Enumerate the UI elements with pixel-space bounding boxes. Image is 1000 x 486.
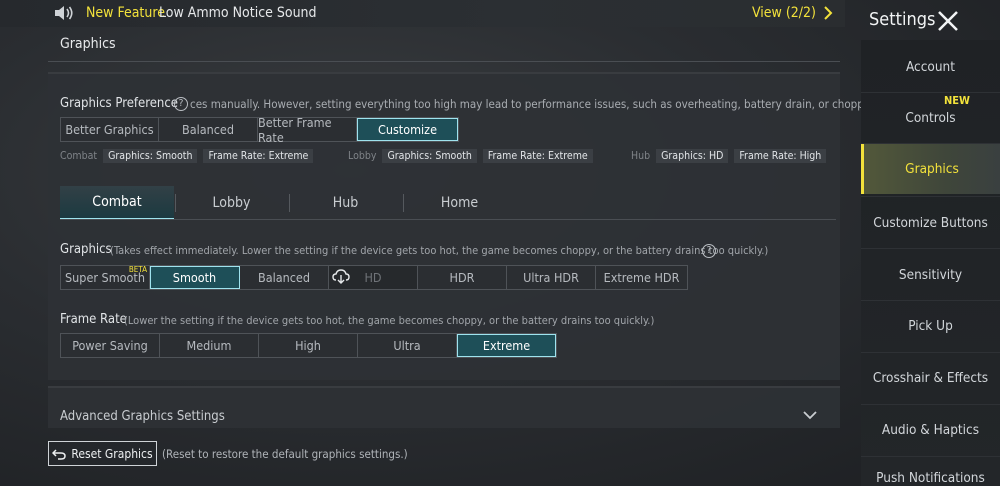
graphics-quality-description: (Takes effect immediately. Lower the set… (110, 244, 769, 257)
summary-frame-rate-tag: Frame Rate: Extreme (482, 149, 593, 163)
frame-rate-ultra[interactable]: Ultra (358, 334, 457, 357)
view-counter-link[interactable]: View (2/2) (752, 5, 816, 21)
graphics-preference-label: Graphics Preference (60, 96, 178, 111)
summary-frame-rate-tag: Frame Rate: Extreme (203, 149, 314, 163)
summary-graphics-tag: Graphics: HD (656, 149, 729, 163)
combat-summary: Combat Graphics: Smooth Frame Rate: Extr… (60, 149, 314, 163)
sidebar-item-controls[interactable]: Controls (861, 93, 1000, 143)
summary-frame-rate-tag: Frame Rate: High (734, 149, 827, 163)
tab-hub[interactable]: Hub (289, 186, 402, 220)
frame-rate-label: Frame Rate (60, 312, 127, 327)
sidebar-item-graphics[interactable]: Graphics (861, 144, 1000, 194)
sidebar-item-customize-buttons[interactable]: Customize Buttons (861, 198, 1000, 248)
reset-graphics-button[interactable]: Reset Graphics (48, 441, 157, 466)
help-icon[interactable]: ? (702, 244, 716, 258)
tabs-divider (60, 219, 836, 220)
advanced-graphics-label: Advanced Graphics Settings (60, 409, 225, 424)
frame-rate-power-saving[interactable]: Power Saving (61, 334, 160, 357)
section-title: Graphics (60, 36, 116, 52)
sidebar-item-pick-up[interactable]: Pick Up (861, 301, 1000, 351)
reset-description: (Reset to restore the default graphics s… (162, 447, 408, 461)
sidebar-item-account[interactable]: Account (861, 42, 1000, 92)
frame-rate-high[interactable]: High (259, 334, 358, 357)
close-icon[interactable] (937, 10, 959, 32)
sidebar-item-crosshair-effects[interactable]: Crosshair & Effects (861, 353, 1000, 403)
preference-better-graphics[interactable]: Better Graphics (61, 118, 159, 141)
cloud-download-icon (332, 269, 350, 284)
hub-summary: Hub Graphics: HD Frame Rate: High (631, 149, 827, 163)
graphics-quality-selector: Super Smooth BETA Smooth Balanced HD HDR… (60, 265, 688, 290)
settings-title: Settings (869, 9, 936, 30)
sidebar-divider (861, 248, 1000, 249)
graphics-ultra-hdr[interactable]: Ultra HDR (507, 266, 596, 289)
graphics-smooth[interactable]: Smooth (150, 266, 240, 289)
tab-lobby[interactable]: Lobby (175, 186, 288, 220)
chevron-down-icon[interactable] (802, 408, 818, 422)
frame-rate-medium[interactable]: Medium (160, 334, 259, 357)
graphics-preference-selector: Better Graphics Balanced Better Frame Ra… (60, 115, 459, 145)
graphics-hd[interactable]: HD (329, 266, 418, 289)
speaker-icon (55, 6, 73, 20)
sidebar-item-push-notifications[interactable]: Push Notifications (861, 456, 1000, 486)
mode-tabs: Combat Lobby Hub Home (60, 186, 836, 220)
graphics-hdr[interactable]: HDR (418, 266, 507, 289)
tab-combat[interactable]: Combat (60, 186, 174, 220)
frame-rate-extreme[interactable]: Extreme (457, 334, 556, 357)
reset-label: Reset Graphics (71, 446, 153, 461)
help-icon[interactable]: ? (174, 97, 188, 111)
lobby-summary: Lobby Graphics: Smooth Frame Rate: Extre… (348, 149, 593, 163)
sidebar-item-sensitivity[interactable]: Sensitivity (861, 250, 1000, 300)
sidebar-divider (861, 196, 1000, 197)
frame-rate-description: (Lower the setting if the device gets to… (124, 314, 655, 327)
frame-rate-selector: Power Saving Medium High Ultra Extreme (60, 333, 557, 358)
preference-better-frame-rate[interactable]: Better Frame Rate (258, 115, 357, 145)
undo-icon (52, 448, 67, 460)
title-divider (48, 61, 840, 62)
graphics-extreme-hdr[interactable]: Extreme HDR (596, 266, 687, 289)
graphics-quality-label: Graphics (60, 242, 112, 257)
sidebar-item-audio-haptics[interactable]: Audio & Haptics (861, 405, 1000, 455)
tab-home[interactable]: Home (403, 186, 516, 220)
beta-badge: BETA (128, 265, 147, 274)
new-feature-label: New Feature (86, 5, 165, 21)
summary-label: Hub (631, 150, 651, 162)
new-badge: NEW (944, 94, 970, 107)
feature-notice-bar[interactable]: New Feature Low Ammo Notice Sound View (… (0, 0, 845, 27)
graphics-super-smooth[interactable]: Super Smooth BETA (61, 265, 150, 289)
preference-customize[interactable]: Customize (357, 118, 458, 141)
graphics-balanced[interactable]: Balanced (240, 266, 329, 289)
summary-label: Combat (60, 150, 98, 162)
summary-graphics-tag: Graphics: Smooth (103, 149, 198, 163)
preference-balanced[interactable]: Balanced (159, 118, 258, 141)
summary-graphics-tag: Graphics: Smooth (382, 149, 477, 163)
graphics-preference-description: ces manually. However, setting everythin… (190, 97, 925, 111)
option-label: HD (364, 270, 382, 285)
feature-name: Low Ammo Notice Sound (159, 5, 317, 21)
summary-label: Lobby (348, 150, 377, 162)
chevron-right-icon[interactable] (822, 4, 834, 22)
